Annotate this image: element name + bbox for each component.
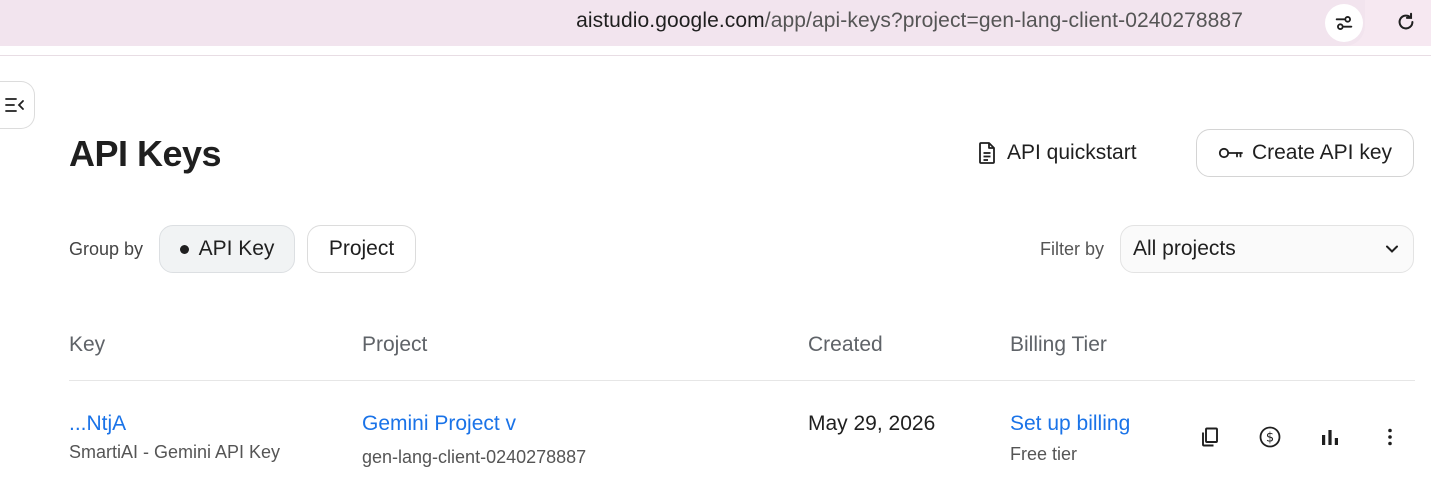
api-quickstart-button[interactable]: API quickstart [968,133,1145,173]
project-id: gen-lang-client-0240278887 [362,447,587,467]
column-header-project[interactable]: Project [362,333,427,357]
url-text[interactable]: aistudio.google.com/app/api-keys?project… [576,9,1243,33]
usage-chart-icon [1322,430,1338,445]
svg-text:$: $ [1266,431,1274,446]
billing-button[interactable]: $ [1254,421,1286,453]
key-icon [1218,147,1243,159]
group-by-project-label: Project [328,237,395,260]
create-api-key-label: Create API key [1251,141,1393,164]
more-options-button[interactable] [1374,421,1406,453]
reload-button[interactable] [1390,6,1422,38]
group-by-label: Group by [69,239,144,259]
group-by-project-chip[interactable]: Project [307,225,416,273]
table-header-divider [69,380,1415,381]
group-by-api-key-chip[interactable]: API Key [159,225,295,273]
set-up-billing-link[interactable]: Set up billing [1010,412,1130,436]
copy-key-button[interactable] [1194,421,1226,453]
column-header-created[interactable]: Created [808,333,883,357]
menu-collapse-icon [5,98,24,112]
tune-icon [1335,16,1353,30]
page-title: API Keys [69,133,222,174]
page: aistudio.google.com/app/api-keys?project… [0,0,1431,484]
group-by-api-key-label: API Key [198,237,275,260]
document-icon [979,142,995,164]
usage-button[interactable] [1314,421,1346,453]
created-date: May 29, 2026 [808,412,936,435]
api-key-link[interactable]: ...NtjA [69,412,126,436]
site-settings-button[interactable] [1325,4,1363,42]
billing-tier-value: Free tier [1010,444,1078,464]
filter-by-label: Filter by [1040,239,1105,259]
toolbar-divider [0,55,1431,56]
column-header-billing-tier[interactable]: Billing Tier [1010,333,1107,357]
project-filter-value: All projects [1133,237,1236,260]
project-filter-select[interactable]: All projects [1120,225,1414,273]
selected-dot-icon [179,244,189,254]
api-quickstart-label: API quickstart [1007,141,1137,164]
url-host: aistudio.google.com [576,9,765,32]
browser-toolbar: aistudio.google.com/app/api-keys?project… [0,0,1431,46]
reload-icon [1398,12,1414,30]
address-bar[interactable]: aistudio.google.com/app/api-keys?project… [0,0,1365,46]
project-link[interactable]: Gemini Project v [362,412,516,436]
api-key-name: SmartiAI - Gemini API Key [69,442,281,462]
column-header-key[interactable]: Key [69,333,105,357]
sidebar-toggle-button[interactable] [0,81,35,129]
url-path: /app/api-keys?project=gen-lang-client-02… [764,9,1243,32]
more-vert-icon [1388,428,1392,446]
copy-icon [1202,427,1218,447]
chevron-down-icon [1383,240,1401,258]
create-api-key-button[interactable]: Create API key [1196,129,1414,177]
billing-icon: $ [1259,426,1281,448]
